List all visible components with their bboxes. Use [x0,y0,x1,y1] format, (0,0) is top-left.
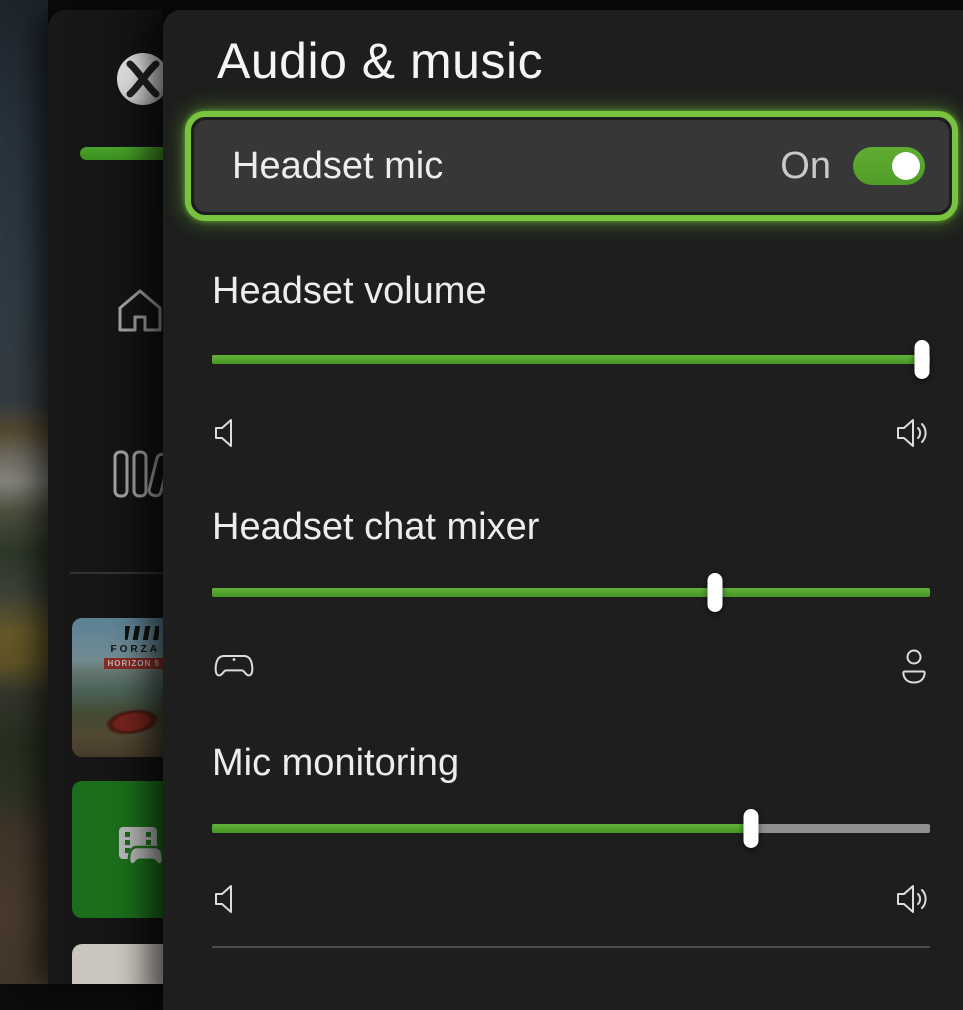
speaker-quiet-icon [212,882,240,916]
person-icon [898,648,930,686]
slider-fill [212,824,751,833]
my-games-apps-tile[interactable] [72,781,163,918]
headset-volume-label: Headset volume [212,270,487,313]
active-tab-indicator [80,147,163,160]
mic-monitoring-icon-row [212,882,930,916]
forza-stripes-logo [125,626,159,640]
speaker-loud-icon [896,882,930,916]
headset-mic-toggle[interactable] [853,147,925,185]
partial-bottom-tile[interactable] [72,944,163,984]
headset-volume-slider[interactable] [212,355,930,364]
forza-car-art [105,706,160,737]
controller-icon [212,651,256,683]
toggle-knob [892,152,920,180]
speaker-quiet-icon [212,416,240,450]
background-game-art [0,0,48,984]
slider-thumb[interactable] [707,573,722,612]
games-apps-icon [118,825,163,873]
speaker-loud-icon [896,416,930,450]
page-title: Audio & music [217,32,543,90]
audio-music-panel: Audio & music Headset mic On Headset vol… [163,10,963,1010]
mic-monitoring-slider[interactable] [212,824,930,833]
slider-thumb[interactable] [743,809,758,848]
section-divider [212,946,930,948]
xbox-logo-icon[interactable] [114,50,163,108]
home-icon[interactable] [112,285,163,341]
toggle-state-label: On [780,145,831,188]
forza-subtitle-text: HORIZON 5 [104,658,163,669]
chat-mixer-icon-row [212,648,930,686]
headset-mic-row[interactable]: Headset mic On [194,120,949,212]
headset-chat-mixer-slider[interactable] [212,588,930,597]
mic-monitoring-label: Mic monitoring [212,742,459,785]
forza-horizon-5-tile[interactable]: FORZA HORIZON 5 [72,618,163,757]
slider-fill [212,355,930,364]
forza-title-text: FORZA [111,644,160,655]
background-landscape [0,0,48,984]
headset-mic-label: Headset mic [232,145,443,188]
volume-icon-row [212,416,930,450]
guide-sidebar: FORZA HORIZON 5 [48,10,163,984]
focus-ring: Headset mic On [185,111,958,221]
sidebar-divider [70,572,163,574]
slider-thumb[interactable] [915,340,930,379]
headset-chat-mixer-label: Headset chat mixer [212,506,539,549]
library-icon[interactable] [111,447,163,501]
